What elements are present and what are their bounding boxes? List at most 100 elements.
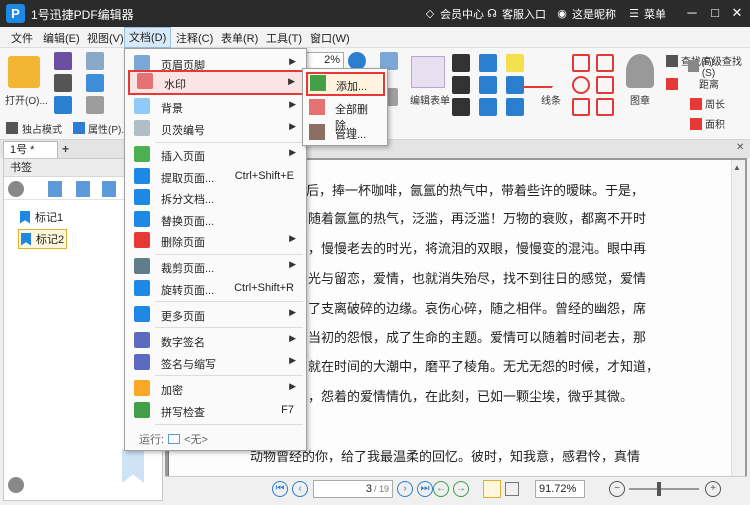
menu-view[interactable]: 视图(V)	[85, 30, 126, 46]
submenu-add-watermark[interactable]: 添加...	[306, 72, 385, 96]
menu-item-rotate-page[interactable]: 旋转页面... Ctrl+Shift+R	[125, 277, 306, 299]
folder-open-icon[interactable]	[8, 56, 40, 88]
forward-icon[interactable]: →	[453, 481, 469, 497]
panel-settings-icon[interactable]	[8, 477, 24, 493]
menu-comment[interactable]: 注释(C)	[174, 30, 215, 46]
chevron-right-icon: ▶	[289, 333, 296, 343]
text-field-icon[interactable]	[452, 54, 470, 72]
cloud-icon[interactable]	[86, 74, 104, 92]
menu-item-replace-page[interactable]: 替换页面...	[125, 208, 306, 230]
zoom-level-field[interactable]: 91.72%	[535, 480, 585, 498]
menu-button[interactable]: ☰ 菜单	[628, 6, 666, 22]
menu-item-delete-page[interactable]: 删除页面 ▶	[125, 229, 306, 251]
menu-tools[interactable]: 工具(T)	[264, 30, 304, 46]
stamp-label[interactable]: 图章	[630, 92, 650, 107]
menu-item-encrypt[interactable]: 加密 ▶	[125, 377, 306, 399]
settings-icon[interactable]	[86, 96, 104, 114]
panel-watermark-icon	[122, 449, 144, 483]
vertical-scrollbar[interactable]	[731, 160, 745, 476]
zoom-input[interactable]: 2%	[306, 52, 344, 69]
line-icon[interactable]	[521, 56, 579, 88]
menu-window[interactable]: 窗口(W)	[308, 30, 352, 46]
menu-item-split-document[interactable]: 拆分文档...	[125, 186, 306, 208]
note-icon[interactable]	[506, 54, 524, 72]
add-tab-icon[interactable]: +	[62, 142, 69, 156]
tab-close-icon[interactable]: ✕	[736, 142, 744, 153]
menu-item-watermark[interactable]: 水印 ▶	[128, 70, 305, 95]
menu-item-insert-page[interactable]: 插入页面 ▶	[125, 143, 306, 165]
status-bar: ⏮ ‹ 3/ 19 › ⏭ ← → 91.72% − +	[165, 476, 747, 501]
chevron-right-icon: ▶	[289, 355, 296, 365]
attach-icon[interactable]	[506, 76, 524, 94]
bookmark-add-icon[interactable]	[48, 181, 62, 197]
menu-item-sign-initials[interactable]: 签名与缩写 ▶	[125, 351, 306, 373]
arrow-icon[interactable]	[572, 54, 590, 72]
area-button[interactable]: 面积	[690, 116, 725, 131]
text-box-icon[interactable]	[452, 76, 470, 94]
email-icon[interactable]	[86, 52, 104, 70]
page-input[interactable]: 3/ 19	[313, 480, 393, 498]
advanced-find-button[interactable]: 高级查找(S)	[688, 53, 750, 79]
stamp-icon[interactable]	[626, 54, 654, 88]
user-button[interactable]: ◉ 这是昵称	[556, 6, 616, 22]
next-page-icon[interactable]: ›	[397, 481, 413, 497]
menu-file[interactable]: 文件	[9, 30, 35, 46]
cloud-shape-icon[interactable]	[596, 98, 614, 116]
menu-edit[interactable]: 编辑(E)	[41, 30, 82, 46]
menu-document[interactable]: 文档(D)	[124, 27, 172, 48]
menu-item-digital-signature[interactable]: 数字签名 ▶	[125, 329, 306, 351]
edit-form-icon[interactable]	[411, 56, 445, 88]
polyline-icon[interactable]	[596, 54, 614, 72]
polygon-icon[interactable]	[596, 76, 614, 94]
ellipse-icon[interactable]	[572, 76, 590, 94]
save-icon[interactable]	[54, 52, 72, 70]
menu-item-crop-page[interactable]: 裁剪页面... ▶	[125, 255, 306, 277]
menu-item-bates[interactable]: 贝茨编号 ▶	[125, 117, 306, 139]
scroll-up-icon[interactable]: ▲	[733, 163, 743, 173]
perimeter-button[interactable]: 周长	[690, 96, 725, 111]
menu-form[interactable]: 表单(R)	[219, 30, 260, 46]
menu-item-extract-page[interactable]: 提取页面... Ctrl+Shift+E	[125, 165, 306, 187]
bookmark-item[interactable]: 标记1	[20, 207, 63, 227]
bookmark-settings-icon[interactable]	[8, 181, 24, 197]
text-callout-icon[interactable]	[479, 76, 497, 94]
minimize-button[interactable]: ─	[682, 4, 702, 22]
last-page-icon[interactable]: ⏭	[417, 481, 433, 497]
rectangle-icon[interactable]	[572, 98, 590, 116]
continuous-page-icon[interactable]	[505, 482, 519, 496]
first-page-icon[interactable]: ⏮	[272, 481, 288, 497]
print-icon[interactable]	[54, 74, 72, 92]
customer-service-button[interactable]: ☊ 客服入口	[486, 6, 546, 22]
zoom-in-status-icon[interactable]: +	[705, 481, 721, 497]
lines-label[interactable]: 线条	[541, 92, 561, 107]
maximize-button[interactable]: □	[705, 4, 725, 22]
edit-form-label[interactable]: 编辑表单	[410, 92, 450, 107]
menu-item-more-pages[interactable]: 更多页面 ▶	[125, 303, 306, 325]
run-macro-row[interactable]: 运行: <无>	[139, 431, 208, 447]
single-page-icon[interactable]	[483, 480, 501, 498]
back-icon[interactable]: ←	[433, 481, 449, 497]
page-icon[interactable]	[54, 96, 72, 114]
zoom-slider[interactable]	[629, 488, 699, 490]
submenu-delete-all[interactable]: 全部删除...	[303, 96, 387, 132]
area-icon	[690, 117, 702, 130]
sound-icon[interactable]	[506, 98, 524, 116]
typewriter-icon[interactable]	[452, 98, 470, 116]
text-insert-icon[interactable]	[479, 98, 497, 116]
menu-item-spell-check[interactable]: 拼写检查 F7	[125, 399, 306, 421]
text-icon[interactable]	[479, 54, 497, 72]
document-tab[interactable]: 1号 *	[3, 141, 58, 158]
zoom-out-icon[interactable]: −	[609, 481, 625, 497]
prev-page-icon[interactable]: ‹	[292, 481, 308, 497]
close-button[interactable]: ✕	[727, 4, 747, 22]
submenu-manage[interactable]: 管理...	[303, 121, 387, 143]
properties-button[interactable]: 属性(P)...	[73, 120, 130, 136]
open-button-label[interactable]: 打开(O)...	[5, 92, 48, 107]
chevron-right-icon: ▶	[289, 121, 296, 131]
member-center-button[interactable]: ◇ 会员中心	[424, 6, 484, 22]
bookmark-expand-icon[interactable]	[76, 181, 90, 197]
bookmark-item-selected[interactable]: 标记2	[18, 229, 68, 249]
zoom-slider-thumb[interactable]	[657, 482, 661, 496]
menu-item-background[interactable]: 背景 ▶	[125, 95, 306, 117]
bookmark-new-icon[interactable]	[102, 181, 116, 197]
